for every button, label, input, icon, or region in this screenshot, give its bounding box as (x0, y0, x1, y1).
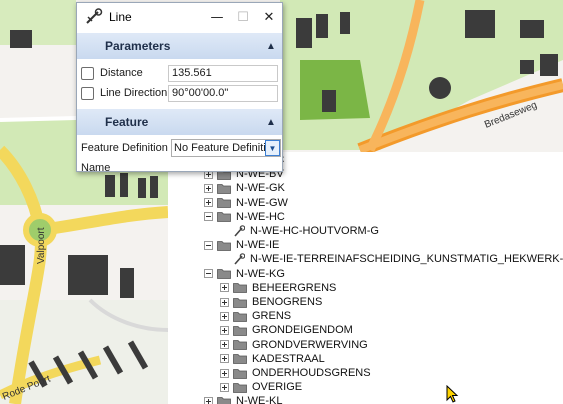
tree-item[interactable]: N-WE-GW (204, 196, 288, 210)
collapse-icon[interactable] (204, 269, 213, 279)
folder-icon (233, 283, 247, 294)
tree-item-label: OVERIGE (252, 381, 303, 394)
distance-lock-checkbox[interactable] (81, 66, 94, 80)
tree-item[interactable]: GRONDEIGENDOM (220, 323, 353, 337)
feature-section-header[interactable]: Feature ▲ (77, 109, 282, 135)
folder-icon (233, 311, 247, 322)
tree-item-label: N-WE-IE-TERREINAFSCHEIDING_KUNSTMATIG_HE… (250, 253, 563, 266)
collapse-icon[interactable] (204, 212, 213, 222)
collapse-icon[interactable] (204, 240, 213, 250)
distance-row: Distance 135.561 (77, 63, 282, 83)
dialog-titlebar[interactable]: Line — ☐ ✕ (77, 3, 282, 31)
tree-item-label: N-WE-KL (236, 395, 283, 404)
close-button[interactable]: ✕ (256, 3, 282, 31)
folder-icon (217, 269, 231, 279)
line-direction-label: Line Direction (100, 87, 168, 99)
line-feature-icon (234, 225, 245, 237)
tree-item[interactable]: N-WE-IE (204, 238, 279, 252)
name-row: Name (77, 158, 282, 178)
feature-header-label: Feature (105, 115, 149, 129)
feature-definition-row: Feature Definition No Feature Definition… (77, 138, 282, 158)
tree-item[interactable]: N-WE-IE-TERREINAFSCHEIDING_KUNSTMATIG_HE… (220, 252, 563, 266)
folder-icon (217, 198, 231, 208)
tree-item-label: N-WE-GW (236, 196, 288, 209)
chevron-up-icon[interactable]: ▲ (260, 41, 282, 52)
line-direction-lock-checkbox[interactable] (81, 86, 94, 100)
line-direction-field[interactable]: 90°00'00.0" (168, 84, 278, 102)
folder-icon (233, 382, 247, 393)
maximize-button[interactable]: ☐ (230, 3, 256, 31)
expand-icon[interactable] (220, 382, 229, 392)
tree-item[interactable]: GRENS (220, 309, 291, 323)
folder-icon (233, 368, 247, 379)
tree-item-label: N-WE-IE (236, 239, 280, 252)
tree-item-label: GRONDVERWERVING (252, 338, 368, 351)
tree-item[interactable]: KADESTRAAL (220, 352, 325, 366)
name-label: Name (81, 162, 111, 174)
chevron-up-icon[interactable]: ▲ (260, 117, 282, 128)
tree-item-label: BEHEERGRENS (252, 281, 337, 294)
tree-item[interactable]: BENOGRENS (220, 295, 322, 309)
line-tool-dialog[interactable]: Line — ☐ ✕ Parameters ▲ Distance 135.561… (76, 2, 283, 174)
tree-item-label: N-WE-GK (236, 182, 285, 195)
folder-icon (217, 212, 231, 223)
folder-icon (233, 297, 247, 308)
tree-item-label: GRENS (252, 310, 292, 323)
feature-tree[interactable]: N-WE-BCN-WE-BVN-WE-GKN-WE-GWN-WE-HCN-WE-… (168, 152, 563, 404)
feature-definition-select[interactable]: No Feature Definition ▼ (171, 139, 281, 157)
feature-definition-value: No Feature Definition (174, 142, 265, 154)
folder-icon (233, 354, 247, 365)
feature-definition-label: Feature Definition (81, 142, 168, 154)
line-feature-icon (234, 253, 245, 265)
tree-item-label: N-WE-HC (236, 210, 285, 223)
tree-item[interactable]: GRONDVERWERVING (220, 338, 368, 352)
mouse-cursor-icon (446, 385, 459, 403)
expand-icon[interactable] (204, 198, 213, 208)
expand-icon[interactable] (220, 340, 229, 350)
tree-item-label: ONDERHOUDSGRENS (252, 367, 371, 379)
tree-item[interactable]: N-WE-HC (204, 210, 285, 224)
expand-icon[interactable] (220, 325, 229, 335)
expand-icon[interactable] (204, 183, 213, 193)
dialog-title: Line (109, 10, 132, 24)
tree-item[interactable]: BEHEERGRENS (220, 281, 336, 295)
folder-icon (233, 325, 247, 336)
tree-item-label: N-WE-HC-HOUTVORM-G (250, 225, 379, 237)
line-direction-row: Line Direction 90°00'00.0" (77, 83, 282, 103)
distance-field[interactable]: 135.561 (168, 64, 278, 82)
parameters-header-label: Parameters (105, 39, 171, 53)
tree-item[interactable]: N-WE-KL (204, 394, 282, 404)
expand-icon[interactable] (220, 368, 229, 378)
folder-icon (217, 396, 231, 404)
tree-item-label: KADESTRAAL (252, 352, 325, 365)
tree-item[interactable]: N-WE-GK (204, 181, 285, 195)
tree-item-label: BENOGRENS (252, 296, 323, 308)
folder-icon (217, 183, 231, 194)
tree-item[interactable]: ONDERHOUDSGRENS (220, 366, 371, 380)
expand-icon[interactable] (220, 354, 229, 364)
line-tool-icon (86, 8, 103, 24)
folder-icon (217, 240, 231, 251)
expand-icon[interactable] (204, 396, 213, 404)
expand-icon[interactable] (220, 311, 229, 321)
tree-item-label: GRONDEIGENDOM (252, 324, 353, 337)
chevron-down-icon[interactable]: ▼ (265, 140, 280, 156)
tree-item[interactable]: N-WE-HC-HOUTVORM-G (220, 224, 379, 238)
tree-item[interactable]: OVERIGE (220, 380, 302, 394)
folder-icon (233, 340, 247, 350)
minimize-button[interactable]: — (204, 3, 230, 31)
parameters-section-header[interactable]: Parameters ▲ (77, 33, 282, 59)
tree-item-label: N-WE-KG (236, 267, 285, 280)
expand-icon[interactable] (220, 297, 229, 307)
tree-item[interactable]: N-WE-KG (204, 267, 285, 281)
expand-icon[interactable] (220, 283, 229, 293)
distance-label: Distance (100, 67, 143, 79)
street-label-valpoort: Valpoort (36, 227, 47, 264)
